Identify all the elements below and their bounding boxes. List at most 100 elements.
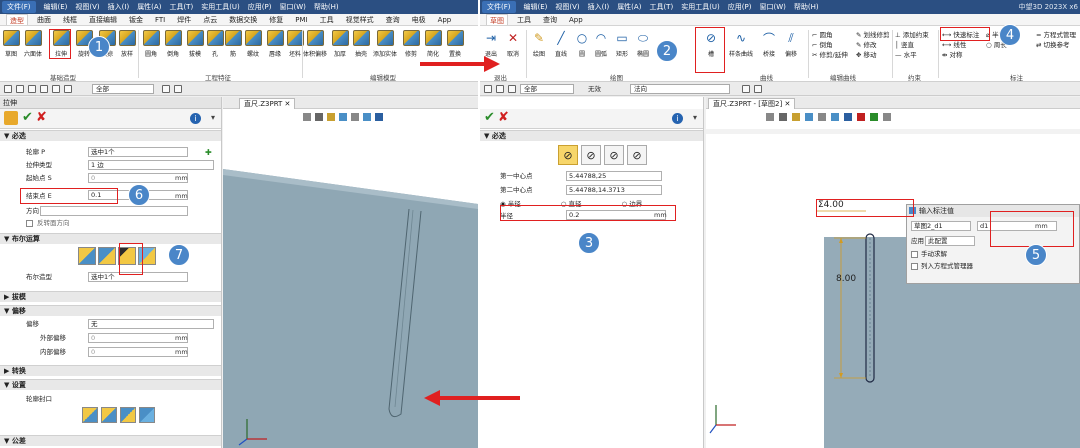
view-icon[interactable] <box>315 113 323 121</box>
view-icon[interactable] <box>844 113 852 121</box>
close-option-icon[interactable] <box>120 407 136 423</box>
confirm-icon[interactable]: ✔ <box>22 110 33 126</box>
menu-item[interactable]: 实用工具(U) <box>201 2 240 12</box>
view-icon[interactable] <box>303 113 311 121</box>
viewport-tab[interactable]: 直尺.Z3PRT - [草图2] ✕ <box>708 98 796 109</box>
vertical-dimension[interactable]: 8.00 <box>836 274 856 284</box>
cancel-sketch-button[interactable]: ✕ 取消 <box>502 30 524 58</box>
menu-item[interactable]: 编辑(E) <box>44 2 68 12</box>
menu-item[interactable]: 属性(A) <box>617 2 641 12</box>
tab-visual-style[interactable]: 视觉样式 <box>343 14 377 25</box>
cancel-icon[interactable]: ✘ <box>498 110 509 126</box>
start-point-field[interactable]: 0 <box>88 173 188 183</box>
menu-item[interactable]: 帮助(H) <box>794 2 819 12</box>
filter-select[interactable]: 全部 <box>92 84 154 94</box>
menu-item[interactable]: 编辑(E) <box>524 2 548 12</box>
horizontal-item[interactable]: — 水平 <box>895 50 929 60</box>
viewport-tab[interactable]: 直尺.Z3PRT ✕ <box>239 98 296 109</box>
tab-inquire[interactable]: 查询 <box>383 14 403 25</box>
file-menu[interactable]: 文件(F) <box>482 1 516 13</box>
toolbar-icon[interactable] <box>4 85 12 93</box>
left-viewport[interactable]: 直尺.Z3PRT ✕ <box>223 97 478 448</box>
tab-tools[interactable]: 工具 <box>317 14 337 25</box>
sketch-button[interactable]: 草图 <box>0 30 22 58</box>
tab-tools[interactable]: 工具 <box>514 14 534 25</box>
three-point-slot-icon[interactable]: ⊘ <box>604 145 624 165</box>
shell-button[interactable]: 抽壳 <box>350 30 372 58</box>
volume-offset-button[interactable]: 体积偏移 <box>303 30 327 58</box>
menu-item[interactable]: 视图(V) <box>75 2 99 12</box>
outer-offset-field[interactable]: 0 <box>88 333 188 343</box>
direction-select[interactable]: 法向 <box>630 84 730 94</box>
arc-button[interactable]: ◠ 圆弧 <box>590 30 612 58</box>
menu-item[interactable]: 实用工具(U) <box>681 2 720 12</box>
tab-wireframe[interactable]: 线框 <box>60 14 80 25</box>
menu-item[interactable]: 窗口(W) <box>759 2 785 12</box>
equation-manager-item[interactable]: = 方程式管理 <box>1036 30 1076 40</box>
menu-item[interactable]: 应用(P) <box>248 2 272 12</box>
tab-data-exchange[interactable]: 数据交换 <box>226 14 260 25</box>
straight-slot-icon[interactable]: ⊘ <box>558 145 578 165</box>
offset-select[interactable]: 无 <box>88 319 214 329</box>
right-viewport[interactable]: 直尺.Z3PRT - [草图2] ✕ Σ4.00 8.00 输入标注值 草图2_… <box>706 97 1080 448</box>
view-icon[interactable] <box>339 113 347 121</box>
equation-manager-checkbox[interactable] <box>911 263 918 270</box>
close-option-icon[interactable] <box>101 407 117 423</box>
close-option-icon[interactable] <box>82 407 98 423</box>
first-center-field[interactable]: 5.44788,25 <box>566 171 662 181</box>
view-icon[interactable] <box>351 113 359 121</box>
tab-sketch[interactable]: 草图 <box>486 14 508 25</box>
add-constraint-item[interactable]: ⊥ 添加约束 <box>895 30 929 40</box>
menu-item[interactable]: 应用(P) <box>728 2 752 12</box>
cancel-icon[interactable]: ✘ <box>36 110 47 126</box>
apply-select[interactable]: 此配置 <box>925 236 975 246</box>
section-convert[interactable]: ▶ 转换 <box>0 365 221 376</box>
boolean-add-icon[interactable] <box>98 247 116 265</box>
draft-button[interactable]: 拔模 <box>184 30 206 58</box>
thread-button[interactable]: 螺纹 <box>242 30 264 58</box>
fillet-button[interactable]: 圆角 <box>140 30 162 58</box>
dropdown-icon[interactable]: ▾ <box>693 113 697 122</box>
toolbar-icon[interactable] <box>16 85 24 93</box>
section-boolean[interactable]: ▼ 布尔运算 <box>0 233 221 244</box>
add-solid-button[interactable]: 添加实体 <box>373 30 397 58</box>
arc-slot-icon[interactable]: ⊘ <box>581 145 601 165</box>
tab-weldment[interactable]: 焊件 <box>174 14 194 25</box>
tab-fti[interactable]: FTI <box>152 14 168 25</box>
toolbar-icon[interactable] <box>508 85 516 93</box>
trim-button[interactable]: 修剪 <box>400 30 422 58</box>
view-icon[interactable] <box>766 113 774 121</box>
confirm-icon[interactable]: ✔ <box>484 110 495 126</box>
tab-surface[interactable]: 曲面 <box>34 14 54 25</box>
section-tolerance[interactable]: ▼ 公差 <box>0 435 221 446</box>
manual-solve-checkbox[interactable] <box>911 251 918 258</box>
view-icon[interactable] <box>870 113 878 121</box>
section-required[interactable]: ▼ 必选 <box>480 130 703 141</box>
fillet-curve-item[interactable]: ⌐ 圆角 <box>812 30 848 40</box>
tab-direct-edit[interactable]: 直接编辑 <box>86 14 120 25</box>
menu-item[interactable]: 属性(A) <box>137 2 161 12</box>
tab-app[interactable]: App <box>566 14 586 25</box>
menu-item[interactable]: 窗口(W) <box>279 2 305 12</box>
symmetric-dimension-item[interactable]: ⇹ 对称 <box>942 50 979 60</box>
second-center-field[interactable]: 5.44788,14.3713 <box>566 185 662 195</box>
tab-inquire[interactable]: 查询 <box>540 14 560 25</box>
linear-dimension-item[interactable]: ⟷ 线性 <box>942 40 979 50</box>
menu-item[interactable]: 视图(V) <box>555 2 579 12</box>
menu-item[interactable]: 插入(I) <box>588 2 610 12</box>
draw-button[interactable]: ✎ 绘图 <box>528 30 550 58</box>
inner-offset-field[interactable]: 0 <box>88 347 188 357</box>
hexahedron-button[interactable]: 六面体 <box>22 30 44 58</box>
dropdown-icon[interactable]: ▾ <box>211 113 215 122</box>
toggle-reference-item[interactable]: ⇄ 切换参考 <box>1036 40 1076 50</box>
file-menu[interactable]: 文件(F) <box>2 1 36 13</box>
toolbar-icon[interactable] <box>742 85 750 93</box>
tab-model[interactable]: 造型 <box>6 14 28 25</box>
rib-button[interactable]: 筋 <box>222 30 244 58</box>
tab-electrode[interactable]: 电极 <box>409 14 429 25</box>
tab-pmi[interactable]: PMI <box>292 14 310 25</box>
filter-select[interactable]: 全部 <box>520 84 574 94</box>
toolbar-icon[interactable] <box>52 85 60 93</box>
ellipse-button[interactable]: ⬭ 椭圆 <box>632 30 654 58</box>
view-icon[interactable] <box>363 113 371 121</box>
